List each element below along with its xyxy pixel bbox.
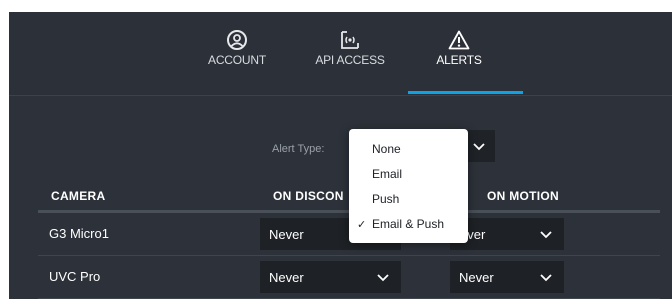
user-circle-icon [227, 30, 247, 50]
window-edge-left [0, 0, 9, 299]
on-disconnect-select[interactable]: Never [260, 261, 401, 293]
active-tab-indicator [408, 91, 523, 94]
window-edge-top [0, 0, 672, 12]
on-disconnect-value: Never [269, 270, 304, 285]
camera-name: UVC Pro [49, 269, 101, 284]
tab-account-label: ACCOUNT [208, 53, 266, 67]
alert-type-dropdown-menu: None Email Push ✓ Email & Push [349, 129, 468, 243]
tab-alerts-label: ALERTS [436, 53, 482, 67]
dropdown-option-none[interactable]: None [372, 142, 401, 156]
table-row: UVC Pro Never Never [38, 256, 660, 299]
on-motion-value: Never [459, 270, 494, 285]
chevron-down-icon [540, 231, 552, 239]
tab-alerts[interactable]: ALERTS [429, 12, 489, 95]
alert-type-label: Alert Type: [272, 143, 325, 155]
chevron-down-icon [377, 274, 389, 282]
column-header-camera: CAMERA [51, 189, 106, 203]
on-motion-select[interactable]: Never [450, 261, 564, 293]
tab-api-access[interactable]: API ACCESS [306, 12, 394, 95]
column-header-on-motion: ON MOTION [487, 189, 560, 203]
tab-account[interactable]: ACCOUNT [199, 12, 275, 95]
checkmark-icon: ✓ [357, 219, 367, 231]
dropdown-option-push[interactable]: Push [372, 192, 399, 206]
on-disconnect-value: Never [269, 227, 304, 242]
dropdown-option-email[interactable]: Email [372, 167, 402, 181]
column-header-on-disconnect: ON DISCON [273, 189, 344, 203]
chevron-down-icon [540, 274, 552, 282]
tab-api-access-label: API ACCESS [315, 53, 385, 67]
chevron-down-icon [473, 143, 485, 151]
alerts-panel: Alert Type: CAMERA ON DISCON ON MOTION G… [9, 96, 672, 299]
dropdown-option-email-push[interactable]: Email & Push [372, 217, 444, 231]
settings-tab-bar: ACCOUNT API ACCESS ALERTS [9, 12, 672, 96]
camera-name: G3 Micro1 [49, 226, 109, 241]
broadcast-icon [341, 31, 359, 49]
alert-type-select[interactable] [465, 130, 495, 162]
warning-triangle-icon [448, 30, 470, 50]
